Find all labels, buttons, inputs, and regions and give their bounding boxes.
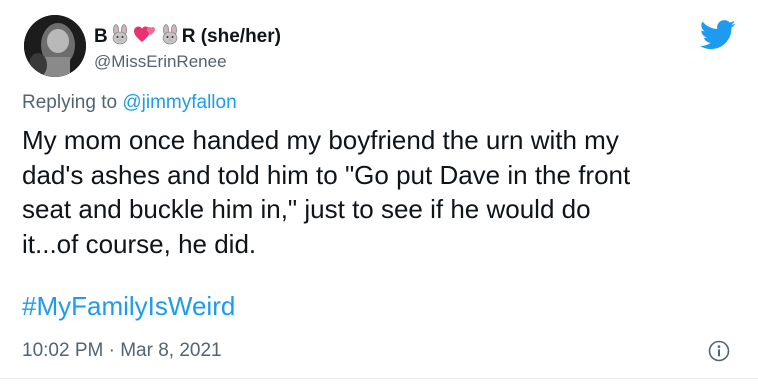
replying-label: Replying to <box>22 92 123 113</box>
reply-mention-link[interactable]: @jimmyfallon <box>122 92 236 113</box>
tweet-time: 10:02 PM <box>22 340 104 361</box>
two-hearts-icon <box>133 24 157 51</box>
display-name-suffix: R (she/her) <box>181 26 281 47</box>
bottom-divider <box>0 378 758 379</box>
display-name-prefix: B <box>94 26 108 47</box>
hashtag-link[interactable]: #MyFamilyIsWeird <box>22 291 235 322</box>
avatar[interactable] <box>24 15 86 77</box>
tweet-card: B R (she/her) @MissErinRenee Replying to… <box>0 0 758 388</box>
avatar-image <box>24 15 86 77</box>
tweet-text-line: dad's ashes and told him to "Go put Dave… <box>22 159 631 190</box>
tweet-date: Mar 8, 2021 <box>120 340 222 361</box>
info-icon[interactable] <box>708 340 730 362</box>
tweet-text: My mom once handed my boyfriend the urn … <box>22 123 737 261</box>
tweet-text-line: My mom once handed my boyfriend the urn … <box>22 125 619 155</box>
display-name[interactable]: B R (she/her) <box>94 23 281 51</box>
tweet-text-line: seat and buckle him in," just to see if … <box>22 194 591 224</box>
twitter-bird-icon[interactable] <box>699 20 736 50</box>
rabbit-face-icon <box>159 23 181 51</box>
tweet-timestamp[interactable]: 10:02 PM · Mar 8, 2021 <box>22 340 222 362</box>
user-handle[interactable]: @MissErinRenee <box>94 52 227 72</box>
replying-to: Replying to @jimmyfallon <box>22 92 237 114</box>
rabbit-face-icon <box>109 23 131 51</box>
tweet-text-line: it...of course, he did. <box>22 228 257 259</box>
meta-separator: · <box>103 340 121 361</box>
